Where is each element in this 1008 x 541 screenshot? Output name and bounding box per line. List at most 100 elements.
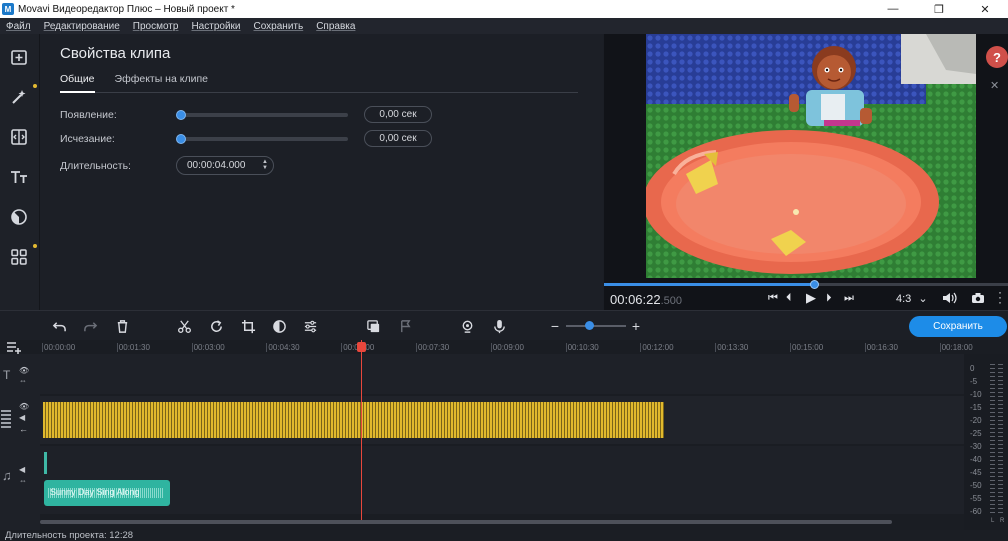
go-to-end-icon[interactable]: ⏭	[844, 292, 854, 305]
zoom-out-button[interactable]: −	[546, 318, 564, 334]
undo-button[interactable]	[50, 318, 68, 334]
overlay-icon	[366, 319, 379, 332]
speaker-icon	[943, 292, 957, 304]
fade-in-row: Появление: 0,00 сек	[60, 106, 432, 123]
help-button[interactable]: ?	[986, 46, 1008, 68]
meter-label: -45	[970, 468, 982, 477]
fade-out-value[interactable]: 0,00 сек	[364, 130, 432, 147]
filters-button[interactable]	[4, 202, 34, 232]
color-adjust-button[interactable]	[270, 318, 288, 334]
audio-clip[interactable]: Sunny Day Sing Along	[44, 480, 170, 506]
menu-help[interactable]: Справка	[316, 21, 355, 32]
fade-out-label: Исчезание:	[60, 132, 115, 145]
meter-label: 0	[970, 364, 975, 373]
play-icon[interactable]: ▶	[806, 290, 816, 306]
volume-button[interactable]	[942, 291, 958, 308]
save-button[interactable]: Сохранить	[909, 316, 1007, 337]
rotate-button[interactable]	[207, 318, 225, 334]
transitions-button[interactable]	[4, 122, 34, 152]
meter-label: -25	[970, 429, 982, 438]
video-track[interactable]	[40, 396, 964, 444]
left-toolbar	[0, 34, 40, 310]
cut-button[interactable]	[175, 318, 193, 334]
webcam-button[interactable]	[458, 318, 476, 334]
minimize-button[interactable]: —	[870, 0, 916, 18]
video-clip[interactable]	[43, 402, 664, 438]
link-icon[interactable]: ⇔	[19, 476, 27, 485]
arrow-left-icon[interactable]: ←	[19, 424, 28, 434]
meter-bar-left	[990, 364, 995, 514]
record-voice-button[interactable]	[490, 318, 508, 334]
titles-button[interactable]	[4, 162, 34, 192]
eye-icon[interactable]: 👁	[19, 402, 29, 411]
preview-timecode: 00:06:22.500	[610, 292, 682, 307]
fade-in-slider[interactable]	[176, 109, 348, 120]
playhead-handle[interactable]	[357, 342, 366, 352]
zoom-slider[interactable]	[566, 321, 626, 330]
menu-file[interactable]: Файл	[6, 21, 31, 32]
menu-save[interactable]: Сохранить	[254, 21, 304, 32]
delete-button[interactable]	[113, 318, 131, 334]
timeline-toolbar: − + Сохранить	[0, 310, 1008, 340]
crop-icon	[241, 319, 255, 333]
step-forward-icon[interactable]: ⏵	[826, 292, 832, 305]
more-tools-button[interactable]	[4, 242, 37, 272]
fade-out-row: Исчезание: 0,00 сек	[60, 130, 432, 147]
more-options-icon[interactable]: · · ·	[998, 286, 1002, 308]
fade-out-slider-handle[interactable]	[176, 133, 186, 144]
import-button[interactable]	[4, 42, 34, 72]
fade-in-value[interactable]: 0,00 сек	[364, 106, 432, 123]
duration-field[interactable]: 00:00:04.000 ▲ ▼	[176, 156, 274, 175]
horizontal-scrollbar[interactable]	[40, 520, 892, 524]
overlay-button[interactable]	[364, 318, 382, 334]
speaker-icon[interactable]: ◀	[19, 413, 25, 422]
clip-properties-button[interactable]	[301, 318, 319, 334]
audio-track[interactable]: Sunny Day Sing Along	[40, 446, 964, 514]
speaker-icon[interactable]: ◀	[19, 465, 25, 474]
menu-settings[interactable]: Настройки	[191, 21, 240, 32]
video-image	[646, 34, 976, 278]
go-to-start-icon[interactable]: ⏮	[768, 292, 778, 305]
step-back-icon[interactable]: ⏴	[786, 292, 792, 305]
aspect-ratio-select[interactable]: 4:3 ⌄	[896, 292, 928, 305]
close-preview-icon[interactable]: ✕	[990, 79, 999, 92]
eye-icon[interactable]: 👁	[19, 366, 29, 375]
timeline: 00:00:0000:01:3000:03:0000:04:3000:06:00…	[0, 340, 1008, 530]
color-adjust-icon	[272, 319, 286, 333]
fade-out-slider[interactable]	[176, 133, 348, 144]
marker-button[interactable]	[396, 318, 414, 334]
playhead[interactable]	[357, 340, 366, 520]
maximize-button[interactable]: ❐	[916, 0, 962, 18]
timeline-ruler[interactable]: 00:00:0000:01:3000:03:0000:04:3000:06:00…	[40, 340, 973, 354]
sliders-icon	[304, 320, 316, 332]
menu-view[interactable]: Просмотр	[133, 21, 179, 32]
trash-icon	[117, 319, 127, 333]
tab-general[interactable]: Общие	[60, 73, 95, 93]
duration-label: Длительность:	[60, 159, 131, 172]
fade-in-slider-handle[interactable]	[176, 109, 186, 120]
window-title: Movavi Видеоредактор Плюс – Новый проект…	[18, 3, 235, 15]
duration-row: Длительность: 00:00:04.000 ▲ ▼	[60, 156, 274, 175]
close-window-button[interactable]: ✕	[962, 0, 1008, 18]
progress-fill	[604, 283, 815, 286]
rotate-icon	[210, 319, 222, 332]
zoom-slider-handle[interactable]	[585, 321, 594, 330]
webcam-icon	[462, 320, 472, 333]
crop-button[interactable]	[239, 318, 257, 334]
zoom-in-button[interactable]: +	[627, 318, 645, 334]
tab-clip-effects[interactable]: Эффекты на клипе	[115, 73, 208, 93]
menu-bar: Файл Редактирование Просмотр Настройки С…	[0, 18, 1008, 34]
duration-spinner-icon[interactable]: ▲ ▼	[262, 159, 268, 171]
redo-icon	[83, 321, 97, 331]
menu-edit[interactable]: Редактирование	[44, 21, 120, 32]
redo-button[interactable]	[81, 318, 99, 334]
preview-progress-bar[interactable]	[604, 280, 1008, 289]
link-icon[interactable]: ⇔	[19, 376, 27, 385]
scissors-icon	[177, 319, 191, 333]
progress-handle[interactable]	[810, 280, 820, 289]
effects-button[interactable]	[4, 82, 37, 112]
text-track[interactable]	[40, 354, 964, 394]
ruler-tick: 00:04:30	[266, 343, 300, 352]
snapshot-button[interactable]	[971, 292, 985, 307]
audio-clip-fragment[interactable]	[44, 452, 47, 474]
